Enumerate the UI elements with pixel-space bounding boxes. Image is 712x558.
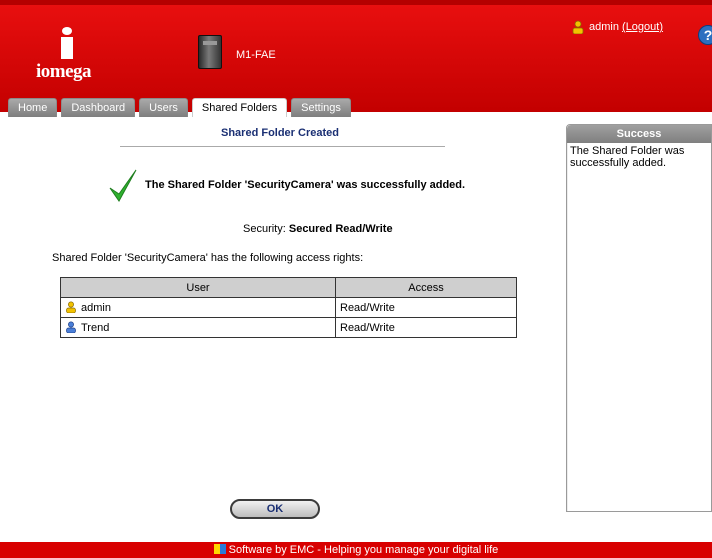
logout-link[interactable]: (Logout)	[622, 21, 663, 33]
footer-text: Software by EMC - Helping you manage you…	[228, 544, 499, 556]
column-header-user: User	[60, 277, 336, 298]
success-panel: Success The Shared Folder was successful…	[566, 124, 712, 512]
panel-title: Success	[567, 125, 711, 143]
device-name: M1-FAE	[236, 49, 276, 61]
access-rights-text: Shared Folder 'SecurityCamera' has the f…	[52, 252, 364, 264]
user-yellow-icon	[66, 301, 76, 313]
iomega-logo: iomega	[36, 61, 92, 82]
user-area: admin (Logout)	[571, 20, 663, 34]
user-cell: Trend	[60, 317, 336, 338]
page-title: Shared Folder Created	[221, 127, 339, 139]
success-message: The Shared Folder 'SecurityCamera' was s…	[145, 179, 466, 191]
user-name: admin	[81, 302, 111, 314]
title-divider	[120, 146, 445, 147]
ok-button[interactable]: OK	[230, 499, 320, 519]
footer: Software by EMC - Helping you manage you…	[0, 542, 712, 558]
user-cell: admin	[60, 297, 336, 318]
table-row: Trend Read/Write	[60, 317, 517, 338]
success-check-icon	[109, 169, 137, 202]
access-table: User Access admin Read/Write Trend Read/…	[60, 277, 517, 338]
user-blue-icon	[66, 321, 76, 333]
emc-icon	[213, 544, 226, 554]
user-name: Trend	[81, 322, 110, 334]
nas-device-icon	[198, 35, 222, 69]
help-icon[interactable]: ?	[698, 25, 712, 45]
app-header: iomega M1-FAE admin (Logout) ? Home Dash…	[0, 5, 712, 117]
security-label: Security:	[243, 223, 286, 235]
access-cell: Read/Write	[335, 297, 517, 318]
main-content: Shared Folder Created The Shared Folder …	[0, 112, 560, 542]
table-row: admin Read/Write	[60, 297, 517, 318]
security-value: Secured Read/Write	[288, 223, 393, 235]
column-header-access: Access	[335, 277, 517, 298]
username: admin	[589, 21, 619, 33]
access-cell: Read/Write	[335, 317, 517, 338]
security-line: Security: Secured Read/Write	[243, 223, 393, 235]
user-icon	[572, 20, 584, 34]
panel-message: The Shared Folder was successfully added…	[568, 143, 711, 511]
